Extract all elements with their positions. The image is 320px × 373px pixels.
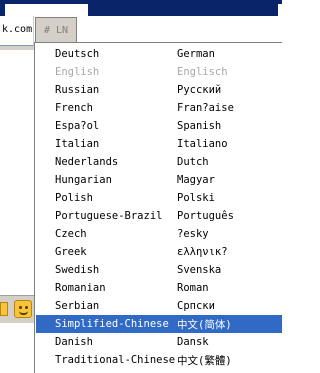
menu-item-native-name: ?esky xyxy=(177,228,209,240)
language-dropdown-menu: Deutsch German English Englisch Russian Русск… xyxy=(34,42,282,373)
menu-item-deutsch[interactable]: Deutsch German xyxy=(36,45,282,63)
menu-item-polish[interactable]: Polish Polski xyxy=(36,189,282,207)
menu-item-native-name: Englisch xyxy=(177,66,228,78)
smiley-icon[interactable] xyxy=(14,300,32,318)
menu-item-native-name: Italiano xyxy=(177,138,228,150)
menu-item-swedish[interactable]: Swedish Svenska xyxy=(36,261,282,279)
menu-item-native-name: Svenska xyxy=(177,264,222,276)
menu-item-traditional-chinese[interactable]: Traditional-Chinese 中文(繁體) xyxy=(36,351,282,369)
menu-item-label: Polish xyxy=(55,192,93,204)
menu-item-native-name: 中文(简体) xyxy=(177,318,232,331)
menu-item-label: Romanian xyxy=(55,282,106,294)
menu-item-portuguese-brazil[interactable]: Portuguese-Brazil Português xyxy=(36,207,282,225)
menu-item-native-name: Српски xyxy=(177,300,215,312)
menu-item-label: English xyxy=(55,66,100,78)
menu-item-label: Traditional-Chinese xyxy=(55,354,176,366)
menu-item-native-name: Русский xyxy=(177,84,222,96)
tray-icon[interactable] xyxy=(0,302,8,316)
menu-item-espa-ol[interactable]: Espa?ol Spanish xyxy=(36,117,282,135)
screen: k.com # LN Deutsch German English Englisch R… xyxy=(0,0,282,373)
menu-item-label: Swedish xyxy=(55,264,100,276)
menu-item-label: Italian xyxy=(55,138,100,150)
menu-item-native-name: Dutch xyxy=(177,156,209,168)
address-bar-text: k.com xyxy=(2,24,33,35)
menu-item-native-name: Magyar xyxy=(177,174,215,186)
menu-item-label: Portuguese-Brazil xyxy=(55,210,163,222)
menu-item-native-name: Fran?aise xyxy=(177,102,234,114)
menu-item-label: Deutsch xyxy=(55,48,100,60)
menu-item-greek[interactable]: Greek ελληνικ? xyxy=(36,243,282,261)
menu-item-french[interactable]: French Fran?aise xyxy=(36,99,282,117)
menu-item-italian[interactable]: Italian Italiano xyxy=(36,135,282,153)
menu-item-native-name: Dansk xyxy=(177,336,209,348)
menu-item-native-name: German xyxy=(177,48,215,60)
menu-item-russian[interactable]: Russian Русский xyxy=(36,81,282,99)
menu-item-hungarian[interactable]: Hungarian Magyar xyxy=(36,171,282,189)
toolbar-strip xyxy=(0,46,34,50)
menu-item-native-name: Roman xyxy=(177,282,209,294)
menu-item-label: Russian xyxy=(55,84,100,96)
menu-item-nederlands[interactable]: Nederlands Dutch xyxy=(36,153,282,171)
menu-item-label: Serbian xyxy=(55,300,100,312)
menu-item-label: Danish xyxy=(55,336,93,348)
background-title-bar-right xyxy=(88,0,278,16)
menu-item-english: English Englisch xyxy=(36,63,282,81)
menu-item-label: Greek xyxy=(55,246,87,258)
menu-item-label: Espa?ol xyxy=(55,120,100,132)
menu-item-native-name: ελληνικ? xyxy=(177,246,228,258)
menu-item-danish[interactable]: Danish Dansk xyxy=(36,333,282,351)
menu-item-romanian[interactable]: Romanian Roman xyxy=(36,279,282,297)
menu-item-label: French xyxy=(55,102,93,114)
menu-item-label: Czech xyxy=(55,228,87,240)
menu-item-serbian[interactable]: Serbian Српски xyxy=(36,297,282,315)
menu-item-label: Simplified-Chinese xyxy=(55,318,169,330)
menu-item-native-name: 中文(繁體) xyxy=(177,354,232,367)
menu-item-label: Hungarian xyxy=(55,174,112,186)
menu-item-czech[interactable]: Czech ?esky xyxy=(36,225,282,243)
menu-item-label: Nederlands xyxy=(55,156,119,168)
menu-item-native-name: Spanish xyxy=(177,120,222,132)
menu-item-native-name: Polski xyxy=(177,192,215,204)
menu-item-simplified-chinese[interactable]: Simplified-Chinese 中文(简体) xyxy=(36,315,282,333)
menu-item-native-name: Português xyxy=(177,210,234,222)
language-menu-button[interactable]: # LN xyxy=(35,17,77,43)
